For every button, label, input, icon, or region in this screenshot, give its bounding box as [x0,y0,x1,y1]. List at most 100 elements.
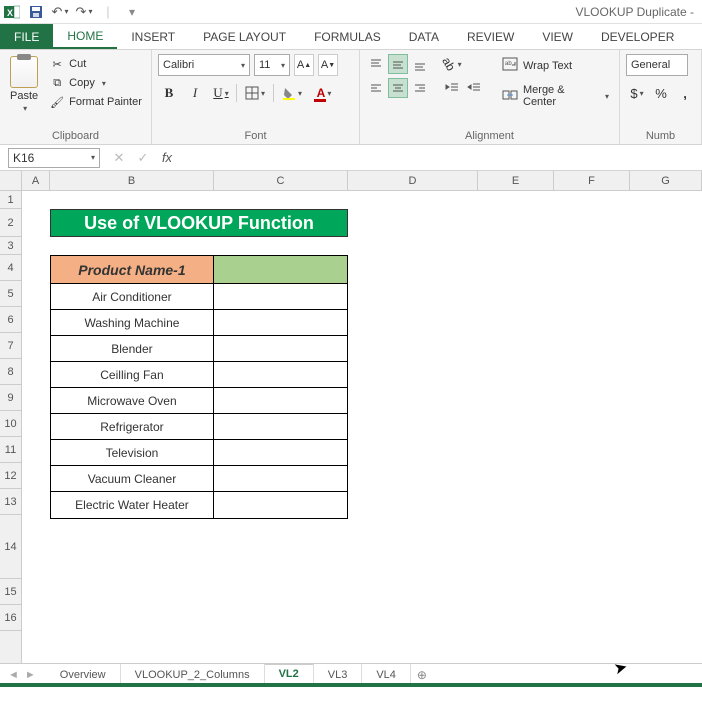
tab-pagelayout[interactable]: PAGE LAYOUT [189,24,300,49]
paste-button[interactable]: Paste ▾ [6,54,42,115]
tab-data[interactable]: DATA [395,24,453,49]
product-name-cell[interactable]: Refrigerator [51,414,214,440]
svg-text:ab: ab [505,61,512,67]
italic-button[interactable]: I [184,82,206,104]
increase-indent-button[interactable] [464,78,484,98]
sheet-area: A B C D E F G 12345678910111213141516 Us… [0,171,702,687]
underline-button[interactable]: U▾ [210,82,232,104]
add-sheet-button[interactable]: ⊕ [411,668,433,682]
align-center-button[interactable] [388,78,408,98]
cut-button[interactable]: ✂ Cut [48,56,144,72]
product-name-cell[interactable]: Blender [51,336,214,362]
font-name-select[interactable]: Calibri▾ [158,54,250,76]
col-head-b[interactable]: B [50,171,214,190]
font-color-button[interactable]: A ▾ [310,82,338,104]
increase-font-button[interactable]: A▲ [294,54,314,76]
col-head-a[interactable]: A [22,171,50,190]
result-cell[interactable] [214,414,347,440]
row-head-4[interactable]: 4 [0,255,21,281]
result-cell[interactable] [214,492,347,518]
font-size-select[interactable]: 11▾ [254,54,290,76]
row-head-14[interactable]: 14 [0,515,21,579]
sheet-nav-next-icon[interactable]: ► [25,669,36,681]
col-head-g[interactable]: G [630,171,702,190]
result-cell[interactable] [214,284,347,310]
product-name-cell[interactable]: Air Conditioner [51,284,214,310]
percent-button[interactable]: % [650,82,672,104]
wrap-text-button[interactable]: ab Wrap Text [498,54,613,77]
row-head-1[interactable]: 1 [0,191,21,209]
tab-insert[interactable]: INSERT [117,24,189,49]
orientation-button[interactable]: ab▾ [442,54,462,74]
row-head-11[interactable]: 11 [0,437,21,463]
number-format-value: General [631,59,670,71]
decrease-font-button[interactable]: A▼ [318,54,338,76]
row-head-9[interactable]: 9 [0,385,21,411]
bold-button[interactable]: B [158,82,180,104]
fx-icon[interactable]: fx [158,149,176,167]
result-cell[interactable] [214,440,347,466]
row-head-15[interactable]: 15 [0,579,21,605]
align-left-button[interactable] [366,78,386,98]
row-head-8[interactable]: 8 [0,359,21,385]
col-head-f[interactable]: F [554,171,630,190]
tab-file[interactable]: FILE [0,24,53,49]
row-head-12[interactable]: 12 [0,463,21,489]
paste-dropdown-icon[interactable]: ▾ [23,104,27,113]
tab-developer[interactable]: DEVELOPER [587,24,688,49]
formula-input[interactable] [182,148,702,168]
col-head-e[interactable]: E [478,171,554,190]
row-head-13[interactable]: 13 [0,489,21,515]
col-head-c[interactable]: C [214,171,348,190]
comma-button[interactable]: , [674,82,696,104]
row-head-3[interactable]: 3 [0,237,21,255]
product-name-cell[interactable]: Vacuum Cleaner [51,466,214,492]
product-name-cell[interactable]: Electric Water Heater [51,492,214,518]
sheet-nav-prev-icon[interactable]: ◄ [8,669,19,681]
save-icon[interactable] [28,4,44,20]
col-head-d[interactable]: D [348,171,478,190]
align-top-button[interactable] [366,54,386,74]
tab-formulas[interactable]: FORMULAS [300,24,395,49]
grid[interactable]: Use of VLOOKUP Function Product Name-1 A… [22,191,702,687]
currency-button[interactable]: $▾ [626,82,648,104]
result-cell[interactable] [214,388,347,414]
align-bottom-button[interactable] [410,54,430,74]
product-name-cell[interactable]: Television [51,440,214,466]
group-font: Calibri▾ 11▾ A▲ A▼ B I U▾ ▾ [152,50,360,144]
result-cell[interactable] [214,466,347,492]
name-box[interactable]: K16 ▾ [8,148,100,168]
decrease-indent-button[interactable] [442,78,462,98]
quick-access-toolbar: X ↶▾ ↷▾ | ▾ [4,4,140,20]
select-all-corner[interactable] [0,171,22,190]
product-name-cell[interactable]: Ceilling Fan [51,362,214,388]
qat-customize-icon[interactable]: ▾ [124,4,140,20]
align-right-button[interactable] [410,78,430,98]
format-painter-button[interactable]: 🖌 Format Painter [48,94,144,110]
row-head-10[interactable]: 10 [0,411,21,437]
undo-icon[interactable]: ↶▾ [52,4,68,20]
row-head-2[interactable]: 2 [0,209,21,237]
product-name-cell[interactable]: Washing Machine [51,310,214,336]
group-alignment: ab▾ ab Wrap Text [360,50,620,144]
row-head-16[interactable]: 16 [0,605,21,631]
borders-button[interactable]: ▾ [241,82,269,104]
align-middle-button[interactable] [388,54,408,74]
redo-icon[interactable]: ↷▾ [76,4,92,20]
number-format-select[interactable]: General [626,54,688,76]
row-head-7[interactable]: 7 [0,333,21,359]
tab-home[interactable]: HOME [53,24,117,49]
result-cell[interactable] [214,336,347,362]
tab-view[interactable]: VIEW [528,24,587,49]
enter-formula-icon[interactable]: ✓ [134,149,152,167]
copy-button[interactable]: ⧉ Copy ▾ [48,75,144,91]
product-name-cell[interactable]: Microwave Oven [51,388,214,414]
cancel-formula-icon[interactable]: ✕ [110,149,128,167]
merge-center-button[interactable]: Merge & Center ▾ [498,81,613,111]
row-head-6[interactable]: 6 [0,307,21,333]
result-cell[interactable] [214,362,347,388]
result-cell[interactable] [214,310,347,336]
fill-color-button[interactable]: ▾ [278,82,306,104]
tab-review[interactable]: REVIEW [453,24,528,49]
row-head-5[interactable]: 5 [0,281,21,307]
